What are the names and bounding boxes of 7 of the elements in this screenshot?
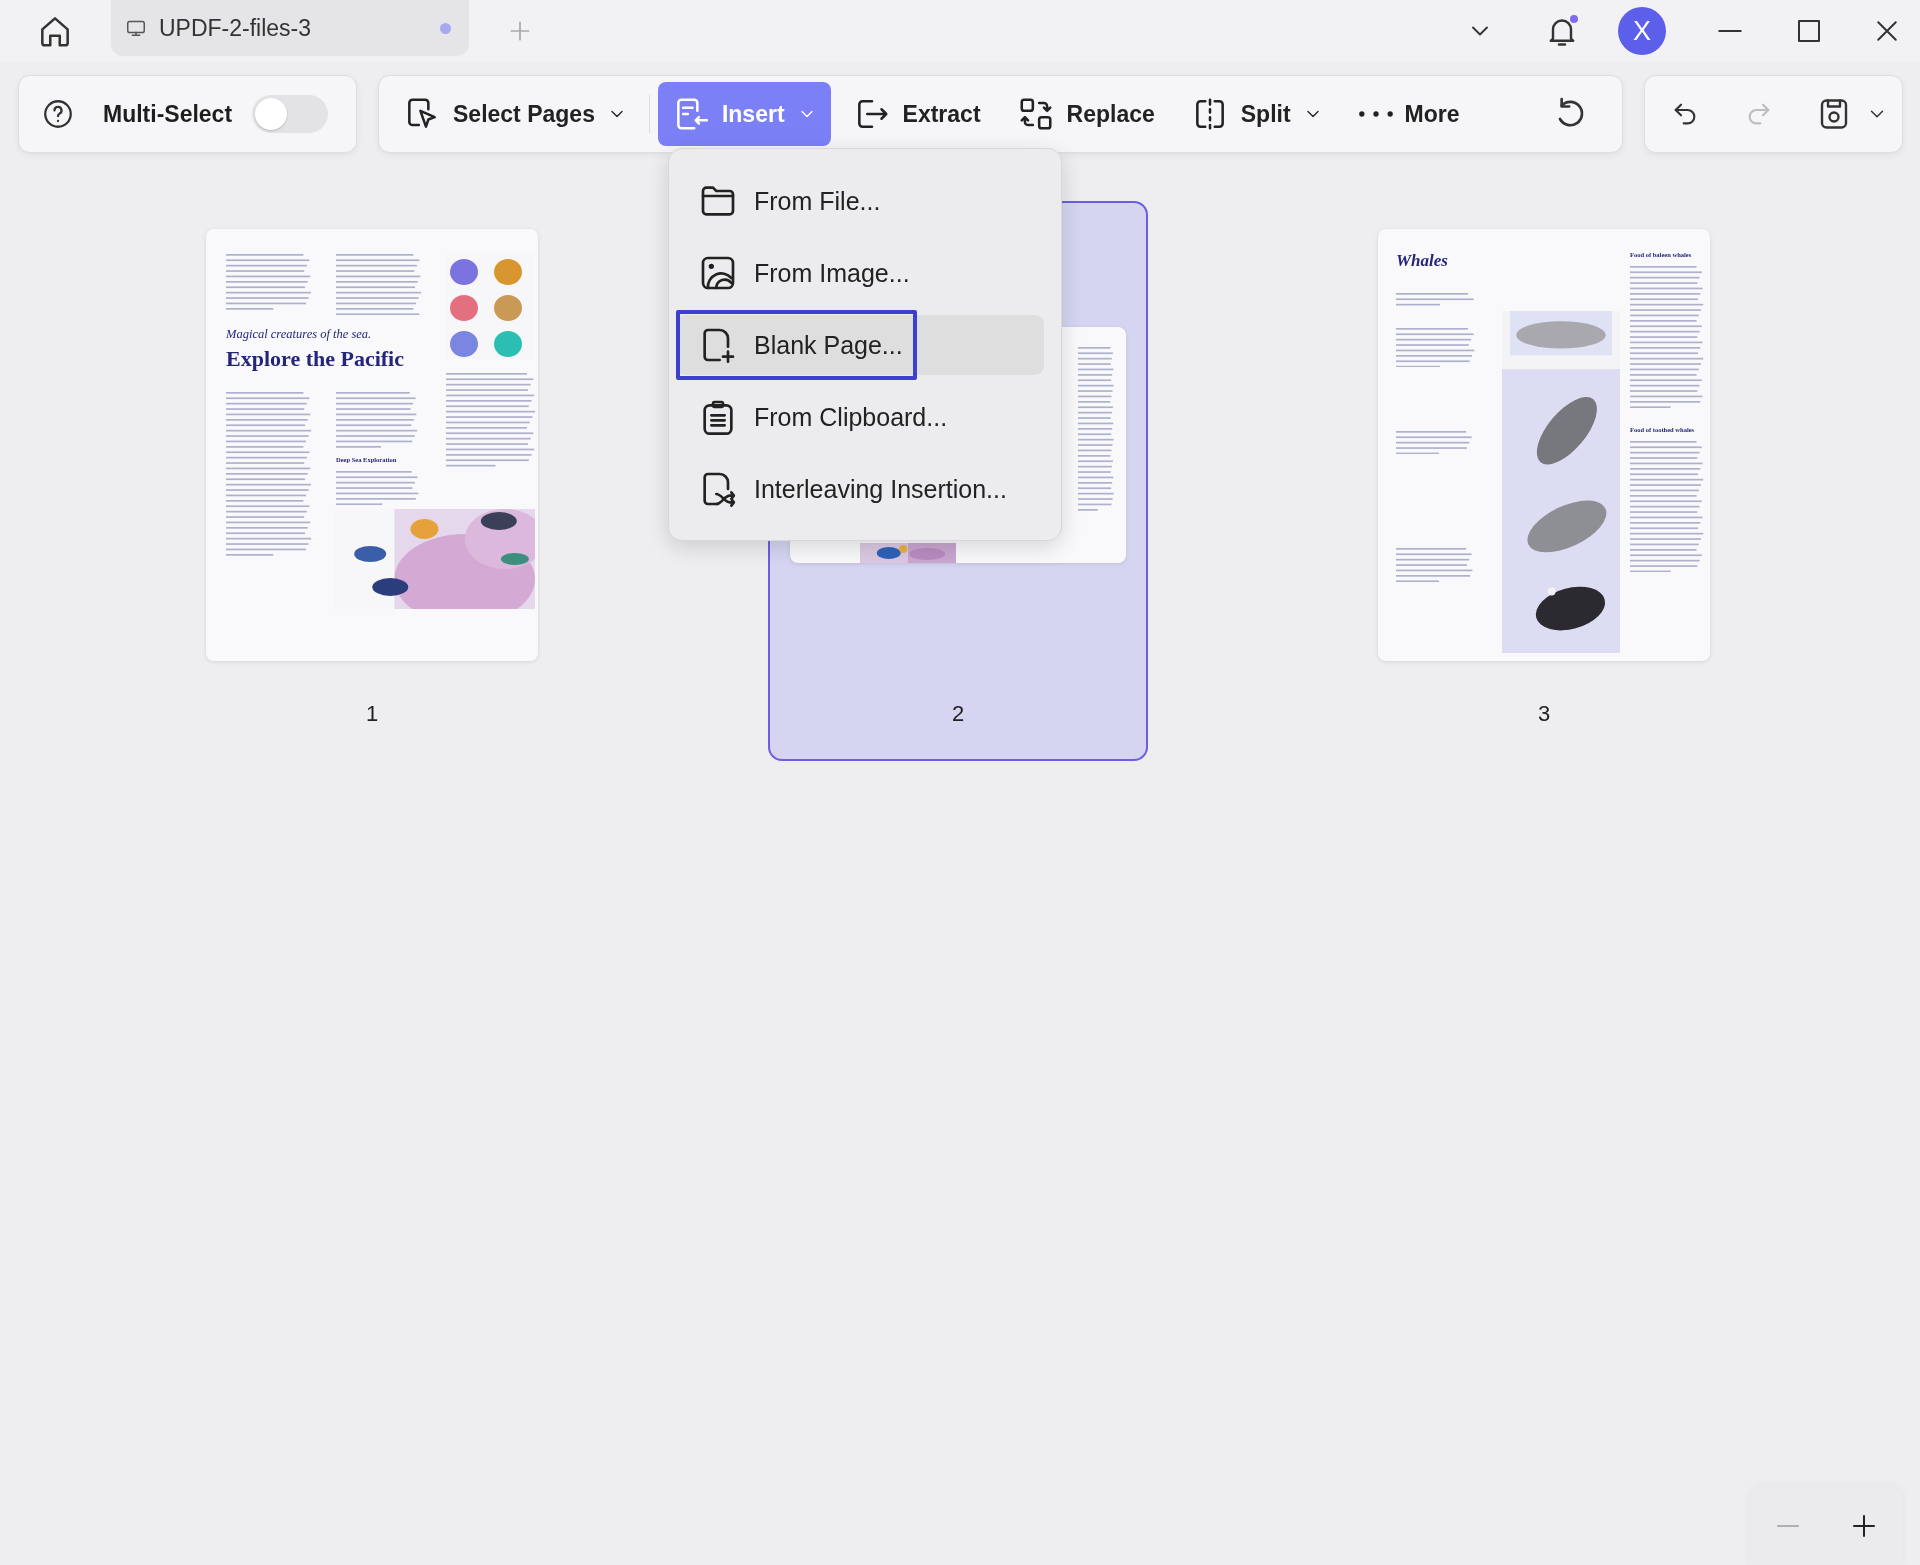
page-subtitle: Magical creatures of the sea. (226, 327, 372, 343)
page-number: 2 (951, 701, 965, 727)
page-number: 3 (1537, 701, 1551, 727)
page-title: Explore the Pacific (226, 346, 404, 373)
page-title: Whales (1396, 251, 1448, 271)
multi-select-label: Multi-Select (103, 100, 233, 128)
page-number: 1 (365, 701, 379, 727)
